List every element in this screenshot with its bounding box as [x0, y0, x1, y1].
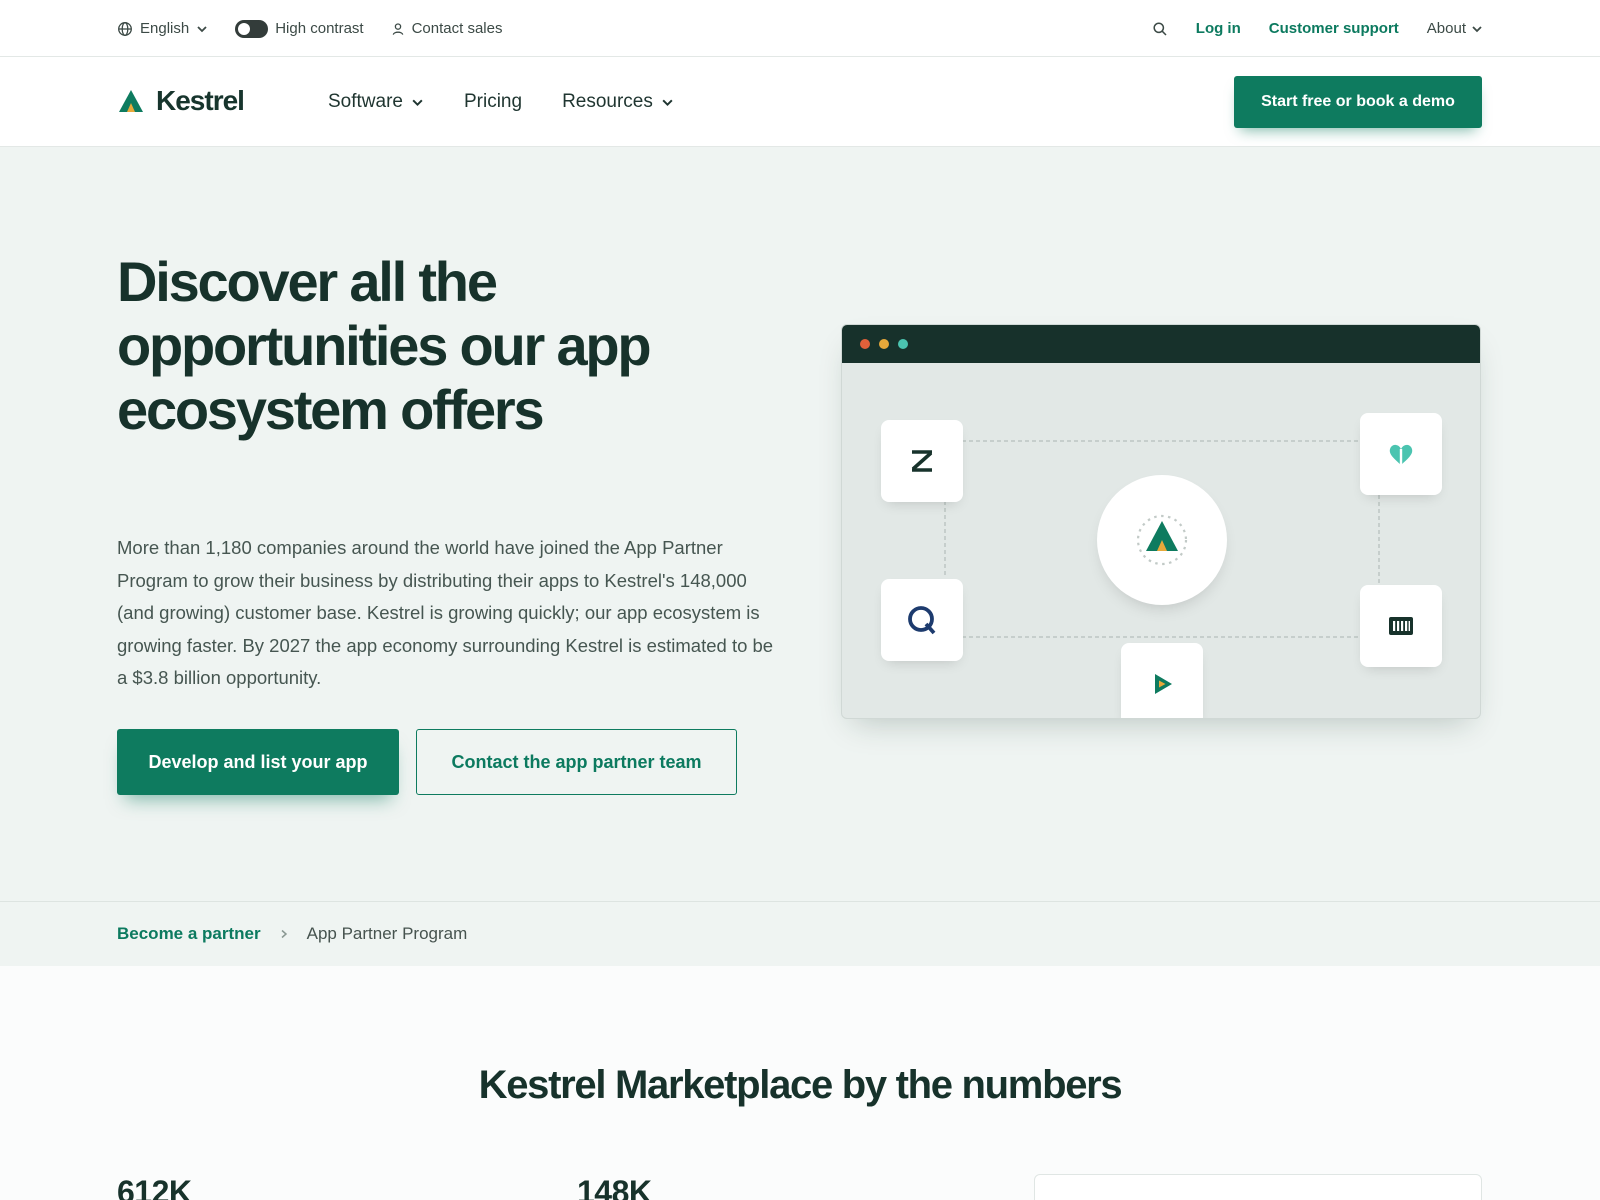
chevron-down-icon — [1472, 25, 1482, 32]
utility-bar: English High contrast Contact sales Log … — [0, 0, 1600, 57]
search-icon[interactable] — [1152, 21, 1168, 37]
nav-resources[interactable]: Resources — [562, 91, 674, 113]
utility-left: English High contrast Contact sales — [117, 0, 529, 57]
login-link[interactable]: Log in — [1196, 20, 1241, 37]
chevron-down-icon — [662, 99, 673, 106]
main-navigation: Kestrel Software Pricing Resources Start… — [0, 57, 1600, 147]
numbers-section: Kestrel Marketplace by the numbers 612K … — [0, 966, 1600, 1200]
stat-value: 612K — [117, 1174, 192, 1200]
stat-card — [1034, 1174, 1482, 1200]
kestrel-logo-icon — [119, 90, 143, 112]
high-contrast-toggle[interactable]: High contrast — [235, 19, 364, 38]
q-letter-icon — [908, 606, 936, 635]
browser-titlebar — [842, 325, 1480, 363]
chevron-down-icon — [197, 25, 207, 32]
play-app-tile — [1121, 643, 1203, 718]
z-letter-icon — [911, 450, 933, 472]
window-dot-red — [860, 339, 870, 349]
window-dot-teal — [898, 339, 908, 349]
nav-software-label: Software — [328, 91, 403, 112]
brand-logo[interactable]: Kestrel — [118, 85, 245, 117]
hero-title: Discover all the opportunities our app e… — [117, 250, 652, 441]
start-free-button[interactable]: Start free or book a demo — [1234, 76, 1482, 128]
contact-partner-team-button[interactable]: Contact the app partner team — [416, 729, 737, 795]
language-label: English — [140, 20, 190, 37]
breadcrumb-current: App Partner Program — [306, 924, 468, 943]
illustration-canvas — [842, 363, 1480, 718]
hero-description: More than 1,180 companies around the wor… — [117, 537, 774, 688]
language-selector[interactable]: English — [117, 20, 208, 37]
nav-software[interactable]: Software — [328, 91, 424, 113]
about-menu[interactable]: About — [1427, 20, 1483, 37]
numbers-title: Kestrel Marketplace by the numbers — [478, 1063, 1123, 1107]
play-icon — [1155, 674, 1172, 694]
customer-support-link[interactable]: Customer support — [1269, 20, 1399, 37]
barcode-app-tile — [1360, 585, 1442, 667]
ecosystem-illustration — [841, 324, 1481, 719]
kestrel-logo-icon — [1136, 514, 1188, 566]
q-app-tile — [881, 579, 963, 661]
primary-nav-links: Software Pricing Resources — [328, 57, 714, 147]
utility-right: Log in Customer support About — [1152, 0, 1483, 57]
breadcrumb: Become a partner App Partner Program — [0, 901, 1600, 966]
contact-sales-label: Contact sales — [411, 20, 503, 37]
heart-app-tile — [1360, 413, 1442, 495]
nav-pricing[interactable]: Pricing — [464, 91, 522, 113]
chevron-down-icon — [412, 99, 423, 106]
brand-name: Kestrel — [156, 85, 245, 116]
nav-resources-label: Resources — [562, 91, 653, 112]
heart-icon — [1389, 444, 1413, 465]
hero-section: Discover all the opportunities our app e… — [0, 147, 1600, 901]
person-icon — [392, 22, 403, 35]
chevron-right-icon — [281, 929, 287, 939]
window-dot-yellow — [879, 339, 889, 349]
develop-app-button[interactable]: Develop and list your app — [117, 729, 399, 795]
barcode-icon — [1389, 617, 1413, 635]
contact-sales-link[interactable]: Contact sales — [391, 20, 503, 37]
high-contrast-label: High contrast — [275, 20, 364, 37]
z-app-tile — [881, 420, 963, 502]
globe-icon — [118, 21, 132, 36]
breadcrumb-become-partner[interactable]: Become a partner — [117, 924, 261, 944]
toggle-switch[interactable] — [235, 19, 269, 38]
stat-value: 148K — [577, 1174, 652, 1200]
kestrel-hub-circle — [1097, 475, 1227, 605]
about-label: About — [1426, 20, 1466, 37]
